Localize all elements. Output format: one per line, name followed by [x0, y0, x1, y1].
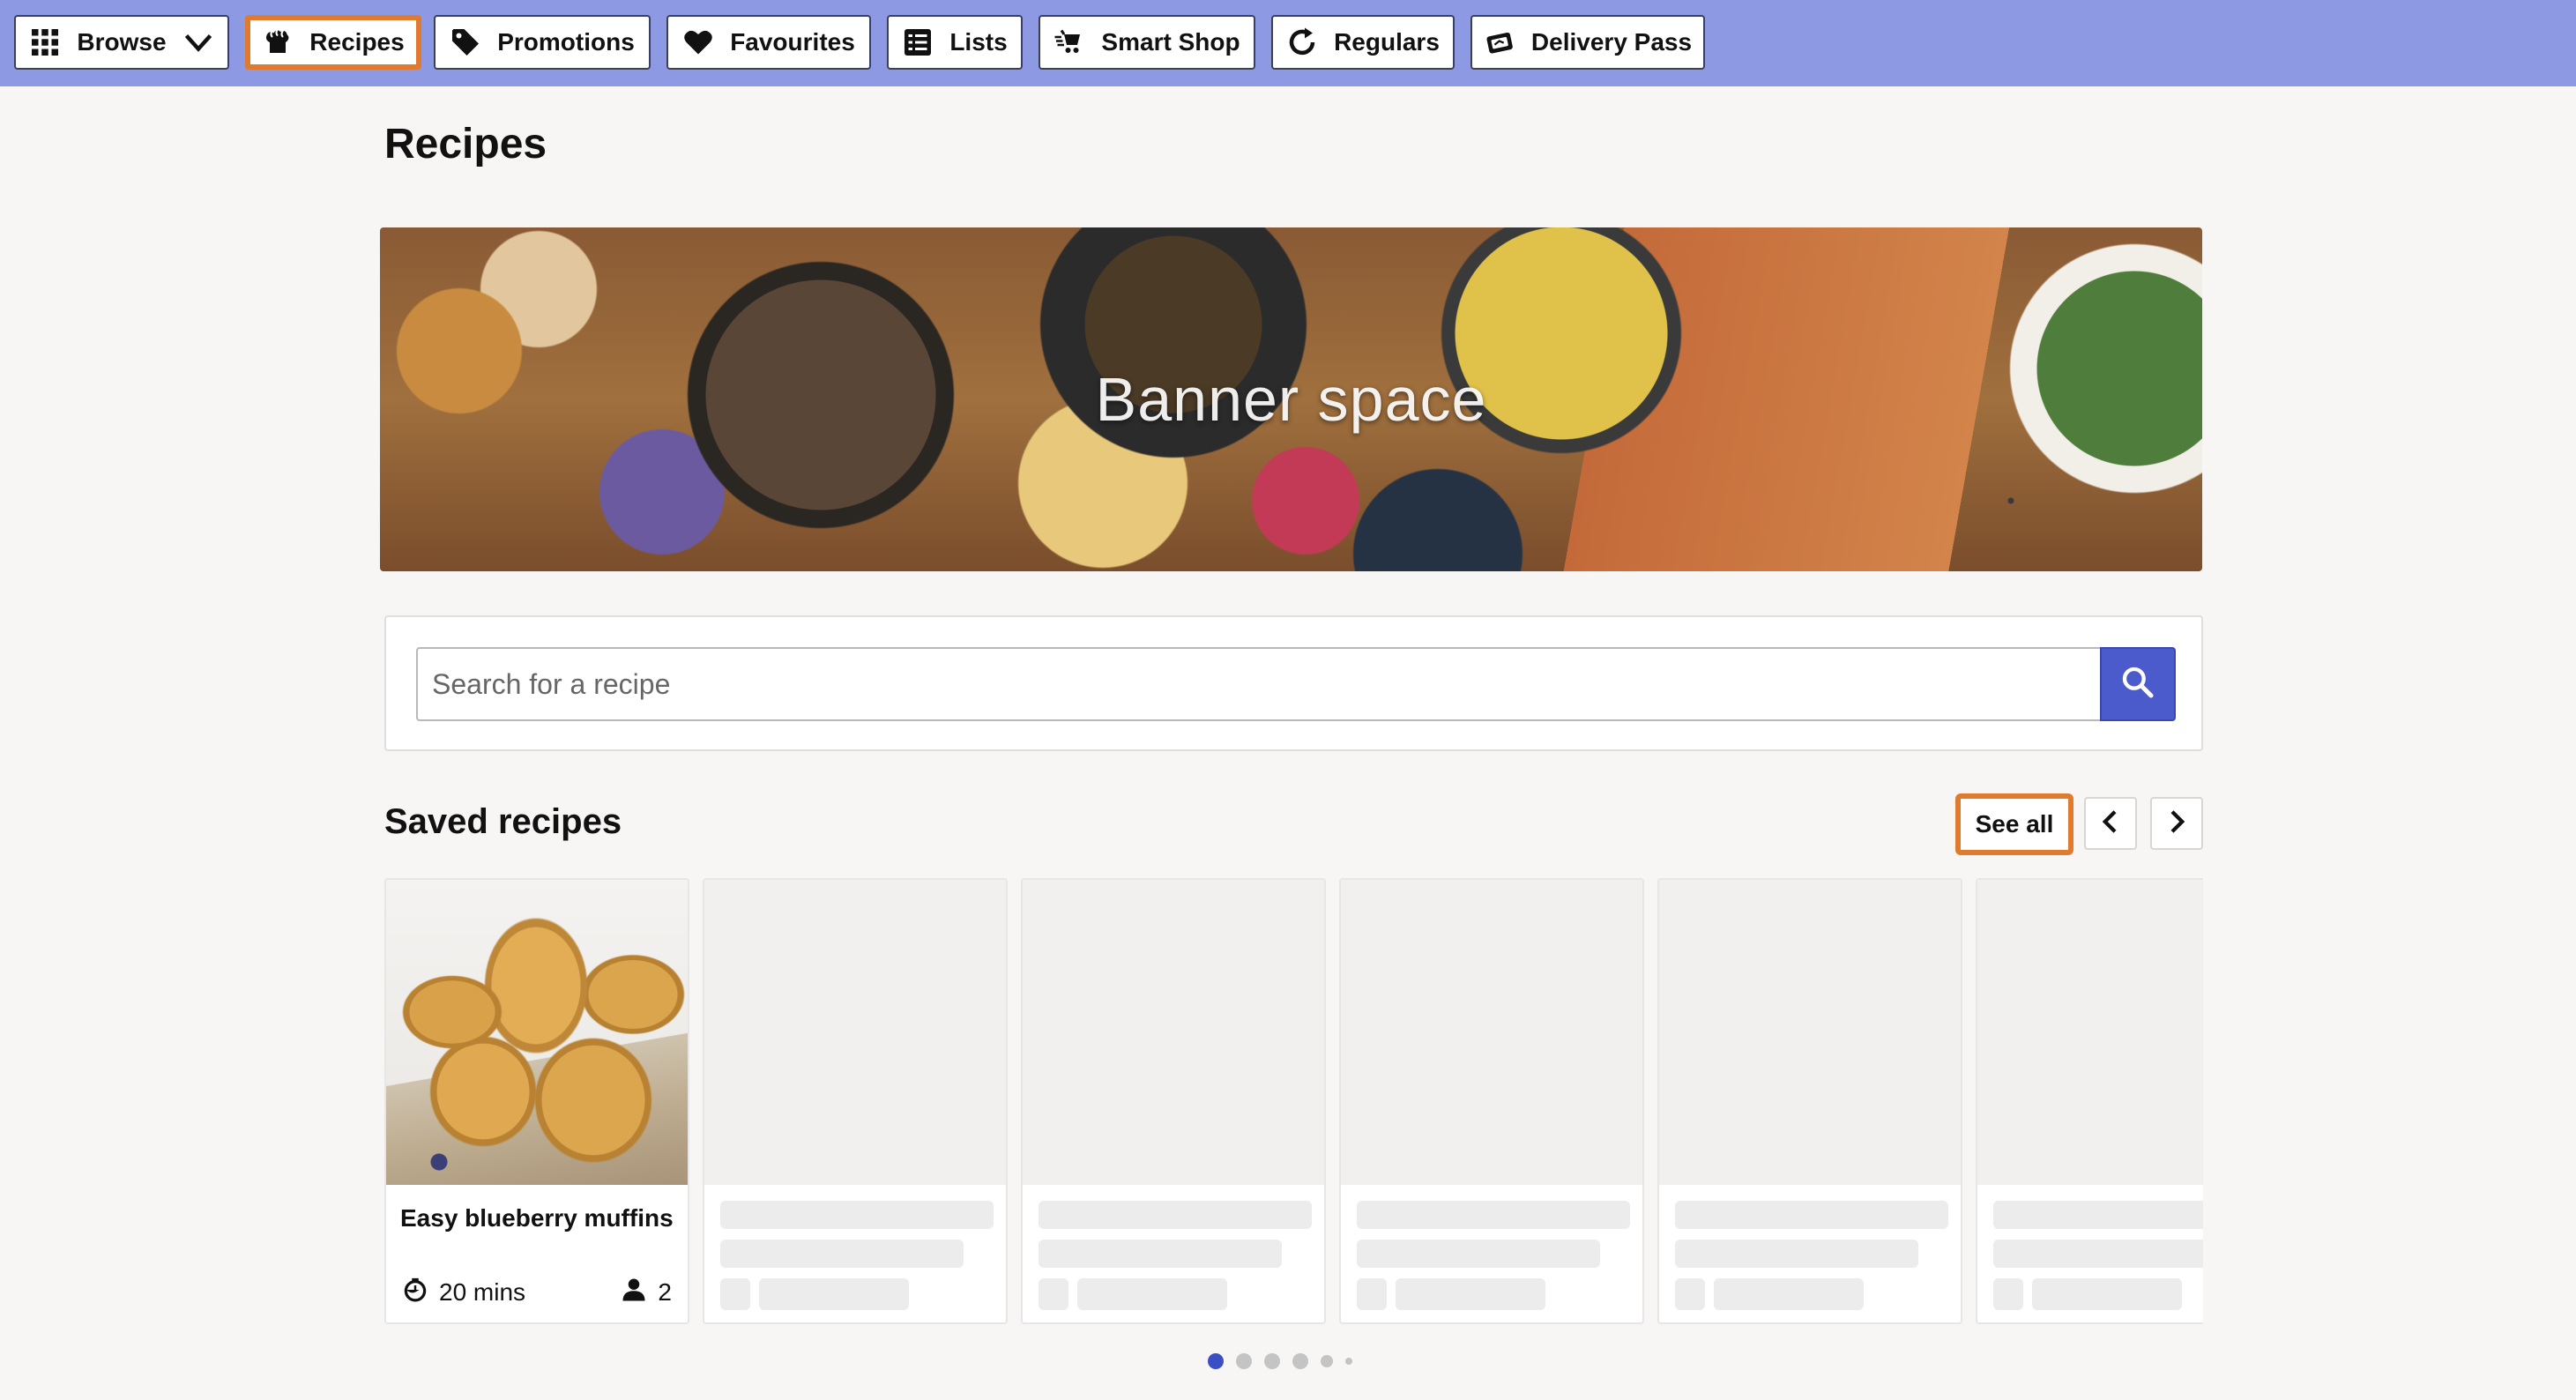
- saved-recipes-carousel: Easy blueberry muffins 20 mins 2: [384, 878, 2203, 1328]
- meta-skeleton: [1675, 1278, 1705, 1310]
- meta-skeleton: [720, 1278, 750, 1310]
- pagination-dot[interactable]: [1236, 1353, 1252, 1369]
- person-icon: [621, 1277, 647, 1309]
- title-skeleton: [1993, 1201, 2203, 1229]
- pagination-dot[interactable]: [1264, 1353, 1280, 1369]
- search-button[interactable]: [2100, 647, 2176, 721]
- delivery-pass-icon: [1484, 26, 1515, 58]
- recipe-time: 20 mins: [402, 1277, 525, 1309]
- refresh-icon: [1286, 26, 1318, 58]
- see-all-button[interactable]: See all: [1955, 793, 2073, 855]
- promotions-label: Promotions: [497, 28, 635, 56]
- recipe-serves-value: 2: [658, 1278, 672, 1306]
- title-skeleton: [1039, 1201, 1312, 1229]
- browse-button[interactable]: Browse: [14, 15, 229, 70]
- subtitle-skeleton: [720, 1240, 964, 1268]
- browse-label: Browse: [77, 28, 167, 56]
- delivery-pass-label: Delivery Pass: [1530, 28, 1693, 56]
- recipes-banner: Banner space: [380, 227, 2202, 571]
- meta-skeleton: [1357, 1278, 1387, 1310]
- promotions-button[interactable]: Promotions: [434, 15, 651, 70]
- recipe-card-placeholder: [1339, 878, 1644, 1324]
- title-skeleton: [1675, 1201, 1948, 1229]
- title-skeleton: [1357, 1201, 1630, 1229]
- meta-skeleton: [1714, 1278, 1864, 1310]
- tag-icon: [450, 26, 481, 58]
- recipe-image: [386, 880, 688, 1185]
- recipe-card[interactable]: Easy blueberry muffins 20 mins 2: [384, 878, 689, 1324]
- timer-icon: [402, 1277, 428, 1309]
- search-icon: [2120, 665, 2155, 704]
- chevron-left-icon: [2097, 808, 2124, 839]
- recipes-label: Recipes: [309, 28, 405, 56]
- pagination-dot[interactable]: [1292, 1353, 1308, 1369]
- list-icon: [902, 26, 934, 58]
- subtitle-skeleton: [1039, 1240, 1282, 1268]
- title-skeleton: [720, 1201, 994, 1229]
- pagination-dot-active[interactable]: [1208, 1353, 1224, 1369]
- carousel-next-button[interactable]: [2150, 797, 2203, 850]
- meta-skeleton: [1077, 1278, 1227, 1310]
- page-title: Recipes: [384, 121, 547, 168]
- recipes-button[interactable]: Recipes: [245, 15, 421, 70]
- recipe-meta: 20 mins 2: [402, 1277, 672, 1308]
- smart-shop-label: Smart Shop: [1101, 28, 1240, 56]
- lists-label: Lists: [949, 28, 1008, 56]
- saved-recipes-heading: Saved recipes: [384, 802, 622, 841]
- carousel-pagination: [1208, 1352, 1352, 1370]
- recipe-card-placeholder: [1021, 878, 1326, 1324]
- image-skeleton: [1659, 880, 1961, 1185]
- grid-icon: [29, 26, 61, 58]
- meta-skeleton: [1396, 1278, 1545, 1310]
- recipe-title: Easy blueberry muffins: [400, 1204, 674, 1232]
- chef-hat-icon: [262, 26, 294, 58]
- subtitle-skeleton: [1993, 1240, 2203, 1268]
- lists-button[interactable]: Lists: [887, 15, 1023, 70]
- meta-skeleton: [1993, 1278, 2023, 1310]
- top-navigation: Browse Recipes Promotions Favourites Lis…: [0, 0, 2576, 86]
- carousel-prev-button[interactable]: [2084, 797, 2137, 850]
- banner-text: Banner space: [1095, 365, 1487, 434]
- heart-icon: [682, 26, 714, 58]
- meta-skeleton: [1039, 1278, 1068, 1310]
- chevron-down-icon: [182, 26, 214, 58]
- regulars-label: Regulars: [1334, 28, 1440, 56]
- recipe-time-value: 20 mins: [439, 1278, 526, 1306]
- chevron-right-icon: [2163, 808, 2190, 839]
- image-skeleton: [1977, 880, 2203, 1185]
- smart-shop-icon: [1053, 26, 1085, 58]
- meta-skeleton: [2032, 1278, 2182, 1310]
- meta-skeleton: [759, 1278, 909, 1310]
- delivery-pass-button[interactable]: Delivery Pass: [1470, 15, 1705, 70]
- pagination-dot[interactable]: [1345, 1358, 1352, 1365]
- recipe-card-placeholder: [703, 878, 1008, 1324]
- pagination-dot[interactable]: [1321, 1355, 1333, 1367]
- image-skeleton: [1023, 880, 1324, 1185]
- favourites-button[interactable]: Favourites: [666, 15, 871, 70]
- favourites-label: Favourites: [730, 28, 855, 56]
- recipe-search-input[interactable]: [416, 647, 2105, 721]
- regulars-button[interactable]: Regulars: [1271, 15, 1455, 70]
- subtitle-skeleton: [1357, 1240, 1600, 1268]
- subtitle-skeleton: [1675, 1240, 1918, 1268]
- recipe-serves: 2: [621, 1277, 672, 1309]
- recipe-card-placeholder: [1657, 878, 1962, 1324]
- image-skeleton: [704, 880, 1006, 1185]
- image-skeleton: [1341, 880, 1642, 1185]
- recipe-card-placeholder: [1976, 878, 2203, 1324]
- recipe-search-panel: [384, 615, 2203, 751]
- smart-shop-button[interactable]: Smart Shop: [1039, 15, 1255, 70]
